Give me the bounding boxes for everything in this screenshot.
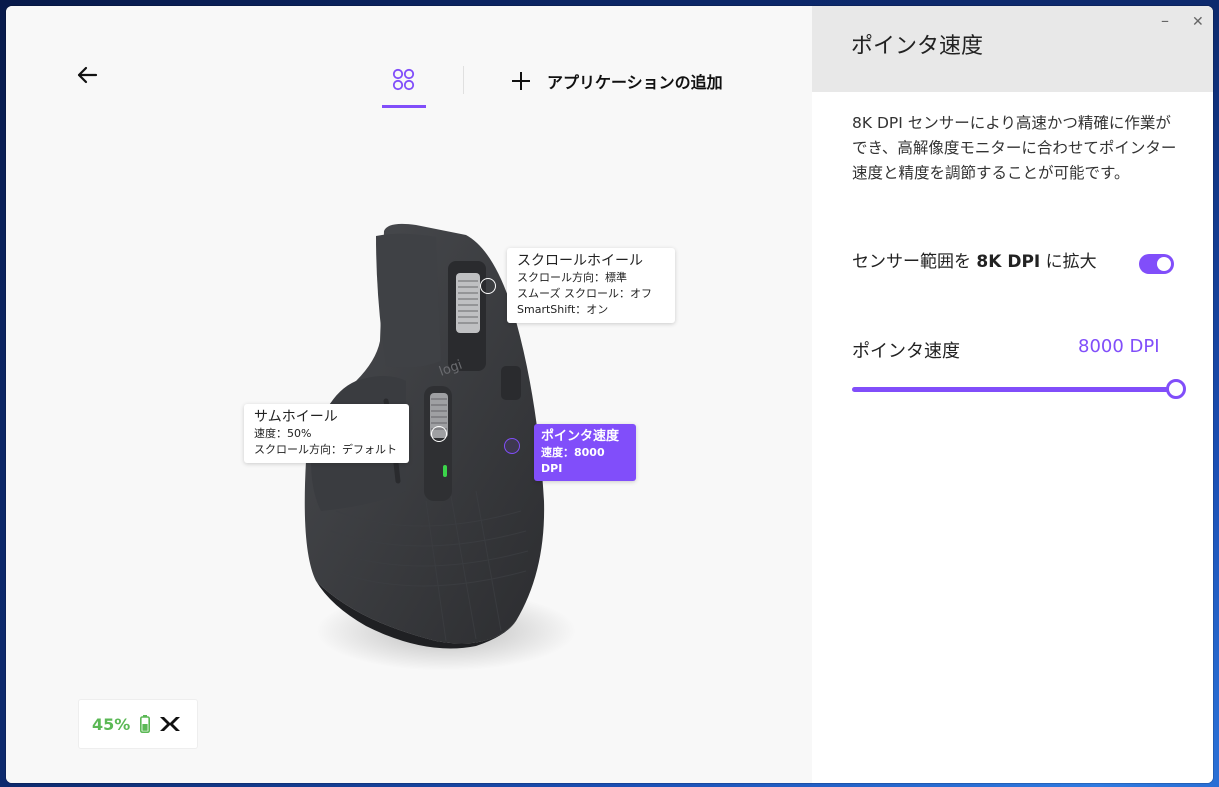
app-window: アプリケーションの追加 logi スクロールホイール スクロール方向：標準 スム… xyxy=(6,6,1213,783)
callout-line: 速度：50% xyxy=(254,427,312,440)
callout-line: スクロール方向：デフォルト xyxy=(254,443,397,456)
panel-header: ポインタ速度 – ✕ xyxy=(812,6,1213,92)
pointer-speed-slider-thumb[interactable] xyxy=(1166,379,1186,399)
pointer-speed-hotspot[interactable] xyxy=(504,438,520,454)
thumb-wheel-hotspot[interactable] xyxy=(431,426,447,442)
toggle-knob xyxy=(1157,257,1171,271)
callout-line: スムーズ スクロール：オフ xyxy=(517,287,652,300)
panel-title: ポインタ速度 xyxy=(851,34,984,59)
battery-status: 45% xyxy=(78,699,198,749)
callout-title: ポインタ速度 xyxy=(541,429,620,444)
minimize-button[interactable]: – xyxy=(1161,11,1169,30)
callout-title: スクロールホイール xyxy=(517,253,643,269)
settings-panel: ポインタ速度 – ✕ 8K DPI センサーにより高速かつ精確に作業ができ、高解… xyxy=(812,6,1213,783)
device-view: アプリケーションの追加 logi スクロールホイール スクロール方向：標準 スム… xyxy=(6,6,812,783)
toggle-label-post: に拡大 xyxy=(1040,252,1097,272)
callout-line: 速度：8000 DPI xyxy=(541,446,605,475)
active-tab-indicator xyxy=(382,105,426,108)
pointer-speed-value: 8000 DPI xyxy=(1078,336,1160,357)
thumb-wheel-callout[interactable]: サムホイール 速度：50% スクロール方向：デフォルト xyxy=(244,404,409,463)
panel-description: 8K DPI センサーにより高速かつ精確に作業ができ、高解像度モニターに合わせて… xyxy=(852,114,1177,182)
callout-title: サムホイール xyxy=(254,409,338,425)
add-application-label: アプリケーションの追加 xyxy=(547,73,723,92)
sensor-range-label: センサー範囲を 8K DPI に拡大 xyxy=(852,250,1102,274)
sensor-range-toggle[interactable] xyxy=(1139,254,1174,274)
close-button[interactable]: ✕ xyxy=(1192,14,1204,30)
plus-icon xyxy=(512,72,530,90)
toggle-label-pre: センサー範囲を xyxy=(852,252,977,272)
pointer-speed-callout[interactable]: ポインタ速度 速度：8000 DPI xyxy=(534,424,636,481)
callout-line: SmartShift：オン xyxy=(517,303,609,316)
callout-line: スクロール方向：標準 xyxy=(517,271,627,284)
pointer-speed-label: ポインタ速度 xyxy=(852,341,960,362)
four-circles-icon[interactable] xyxy=(382,64,426,108)
flow-icon xyxy=(160,717,181,731)
battery-icon xyxy=(140,715,151,733)
tab-divider xyxy=(463,66,464,94)
add-application-button[interactable]: アプリケーションの追加 xyxy=(509,66,723,96)
pointer-speed-slider-track[interactable] xyxy=(852,387,1176,392)
battery-percent: 45% xyxy=(92,714,131,734)
scroll-wheel-callout[interactable]: スクロールホイール スクロール方向：標準 スムーズ スクロール：オフ Smart… xyxy=(507,248,675,323)
back-arrow-icon[interactable] xyxy=(76,64,98,86)
toggle-label-bold: 8K DPI xyxy=(976,252,1041,272)
scroll-wheel-hotspot[interactable] xyxy=(480,278,496,294)
